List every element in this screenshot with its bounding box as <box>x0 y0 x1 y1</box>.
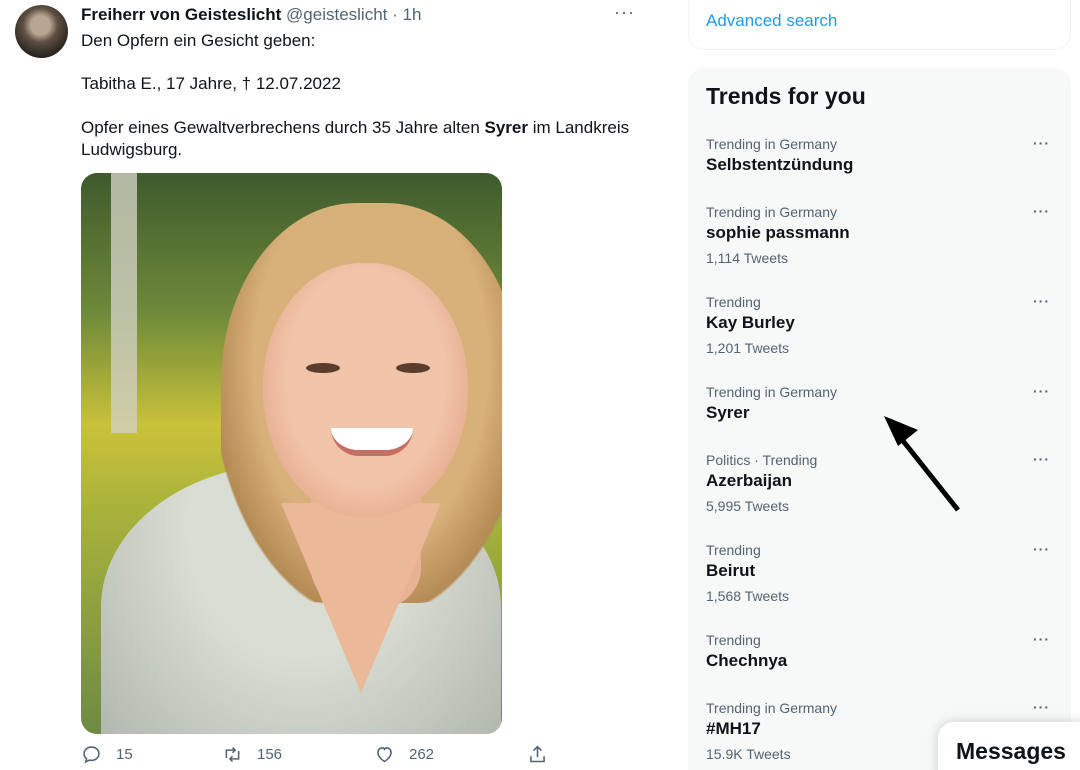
trend-more-icon[interactable]: ··· <box>1033 451 1050 467</box>
more-options-icon[interactable]: ··· <box>614 2 635 23</box>
trend-meta: Trending <box>706 542 761 558</box>
trend-topic: Selbstentzündung <box>706 155 854 174</box>
trend-count: 1,568 Tweets <box>706 588 790 604</box>
trend-meta: Trending in Germany <box>706 700 837 716</box>
retweet-button[interactable]: 156 <box>222 744 282 765</box>
trends-title: Trends for you <box>706 83 866 109</box>
trend-topic: Chechnya <box>706 651 788 670</box>
retweet-icon <box>225 746 240 763</box>
like-count: 262 <box>409 746 435 763</box>
trend-count: 1,201 Tweets <box>706 340 790 356</box>
trend-meta: Trending in Germany <box>706 204 837 220</box>
share-button[interactable] <box>527 744 562 765</box>
trend-meta: Trending <box>706 632 761 648</box>
photo-background-post <box>111 173 137 433</box>
trend-topic: Kay Burley <box>706 313 795 332</box>
messages-drawer[interactable]: Messages <box>938 722 1080 770</box>
photo-eye <box>306 363 340 373</box>
tweet-text-line-3: Opfer eines Gewaltverbrechens durch 35 J… <box>81 117 641 161</box>
author-name[interactable]: Freiherr von Geisteslicht <box>81 5 281 24</box>
trend-more-icon[interactable]: ··· <box>1033 135 1050 151</box>
trend-item[interactable]: Trending Chechnya ··· <box>706 631 1056 673</box>
tweet-text-bold: Syrer <box>484 118 528 137</box>
avatar[interactable] <box>15 5 68 58</box>
photo-face <box>263 263 468 518</box>
trend-meta: Trending in Germany <box>706 136 837 152</box>
trend-topic: Beirut <box>706 561 756 580</box>
tweet-text-line-2: Tabitha E., 17 Jahre, † 12.07.2022 <box>81 74 341 93</box>
separator: · <box>392 5 398 24</box>
trend-more-icon[interactable]: ··· <box>1033 541 1050 557</box>
trend-more-icon[interactable]: ··· <box>1033 631 1050 647</box>
trend-meta: Trending in Germany <box>706 384 837 400</box>
trend-topic: sophie passmann <box>706 223 850 242</box>
author-handle[interactable]: @geisteslicht <box>286 5 387 24</box>
trend-more-icon[interactable]: ··· <box>1033 293 1050 309</box>
advanced-search-link[interactable]: Advanced search <box>706 11 837 31</box>
trend-count: 1,114 Tweets <box>706 250 788 266</box>
share-icon <box>530 745 545 763</box>
tweet-time[interactable]: 1h <box>403 5 422 24</box>
reply-icon <box>83 746 100 764</box>
tweet: Freiherr von Geisteslicht @geisteslicht … <box>0 0 655 770</box>
trend-item[interactable]: Trending Beirut 1,568 Tweets ··· <box>706 541 1056 606</box>
trend-item[interactable]: Trending in Germany sophie passmann 1,11… <box>706 203 1056 268</box>
tweet-header: Freiherr von Geisteslicht @geisteslicht … <box>81 5 421 25</box>
trend-meta: Trending <box>706 294 761 310</box>
tweet-photo[interactable] <box>81 173 502 734</box>
reply-button[interactable]: 15 <box>81 744 133 765</box>
annotation-arrow-icon <box>884 416 960 512</box>
retweet-count: 156 <box>257 746 283 763</box>
tweet-text-line-1: Den Opfern ein Gesicht geben: <box>81 31 316 50</box>
messages-label: Messages <box>956 738 1066 764</box>
trend-more-icon[interactable]: ··· <box>1033 383 1050 399</box>
tweet-text-part: Opfer eines Gewaltverbrechens durch 35 J… <box>81 118 485 137</box>
heart-icon <box>377 747 392 763</box>
trend-more-icon[interactable]: ··· <box>1033 203 1050 219</box>
photo-eye <box>396 363 430 373</box>
trend-item[interactable]: Trending Kay Burley 1,201 Tweets ··· <box>706 293 1056 358</box>
like-button[interactable]: 262 <box>374 744 434 765</box>
trend-item[interactable]: Trending in Germany Selbstentzündung ··· <box>706 135 1056 177</box>
trend-more-icon[interactable]: ··· <box>1033 699 1050 715</box>
reply-count: 15 <box>116 746 133 763</box>
